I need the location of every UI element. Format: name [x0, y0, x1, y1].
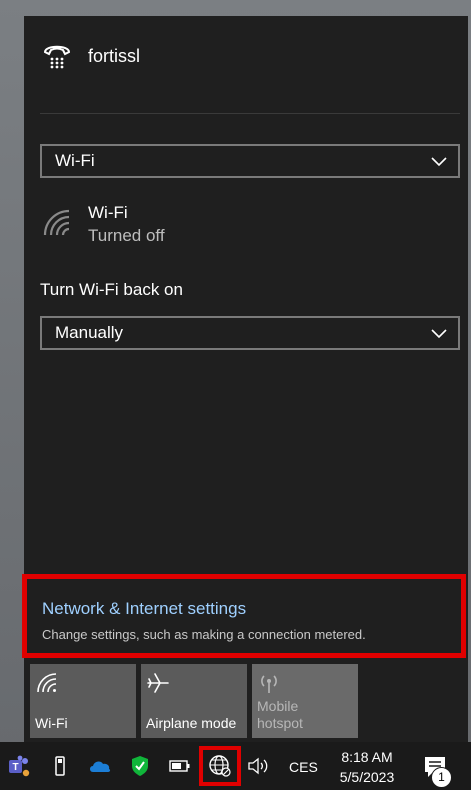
- volume-icon[interactable]: [246, 753, 272, 779]
- onedrive-icon[interactable]: [87, 753, 113, 779]
- hotspot-icon: [261, 675, 277, 693]
- network-settings-link[interactable]: Network & Internet settings Change setti…: [22, 574, 466, 658]
- quick-action-label: Wi-Fi: [35, 715, 68, 731]
- network-settings-description: Change settings, such as making a connec…: [42, 627, 366, 642]
- clock[interactable]: 8:18 AM 5/5/2023: [330, 747, 404, 787]
- wifi-off-icon: [43, 209, 70, 236]
- wifi-icon: [37, 673, 57, 693]
- clock-date: 5/5/2023: [339, 769, 395, 785]
- quick-actions: Wi-Fi Airplane mode Mobile hotspot: [30, 664, 358, 738]
- taskbar: T CES 8:18 AM 5/5/2023 1: [0, 742, 471, 790]
- notification-count-badge: 1: [431, 767, 452, 788]
- chevron-down-icon: [431, 157, 447, 167]
- quick-action-airplane-mode[interactable]: Airplane mode: [141, 664, 247, 738]
- defender-shield-icon[interactable]: [127, 753, 153, 779]
- network-type-value: Wi-Fi: [55, 151, 95, 170]
- network-settings-title[interactable]: Network & Internet settings: [42, 599, 246, 619]
- quick-action-label: Airplane mode: [146, 715, 237, 731]
- usb-device-icon[interactable]: [47, 753, 73, 779]
- wifi-status: Wi-Fi Turned off: [40, 202, 340, 252]
- quick-action-mobile-hotspot[interactable]: Mobile hotspot: [252, 664, 358, 738]
- quick-action-wifi[interactable]: Wi-Fi: [30, 664, 136, 738]
- clock-time: 8:18 AM: [341, 749, 393, 765]
- chevron-down-icon: [431, 329, 447, 339]
- network-flyout: fortissl Wi-Fi Wi-Fi Turned off Turn Wi-…: [22, 16, 468, 742]
- battery-icon[interactable]: [167, 753, 193, 779]
- wifi-name: Wi-Fi: [88, 203, 128, 222]
- vpn-connection-item[interactable]: fortissl: [40, 40, 340, 72]
- vpn-name: fortissl: [88, 45, 141, 66]
- turn-back-on-dropdown[interactable]: Manually: [40, 316, 460, 350]
- wifi-state: Turned off: [88, 226, 165, 245]
- quick-action-label: Mobile hotspot: [257, 698, 303, 732]
- turn-back-on-value: Manually: [55, 323, 124, 342]
- desktop: fortissl Wi-Fi Wi-Fi Turned off Turn Wi-…: [0, 0, 471, 790]
- turn-back-on-label: Turn Wi-Fi back on: [40, 280, 183, 299]
- airplane-icon: [147, 673, 169, 693]
- hotspot-label-line2: hotspot: [257, 715, 303, 731]
- network-type-dropdown[interactable]: Wi-Fi: [40, 144, 460, 178]
- svg-text:T: T: [12, 762, 18, 773]
- hotspot-label-line1: Mobile: [257, 698, 299, 714]
- globe-network-icon[interactable]: [207, 753, 233, 779]
- teams-icon[interactable]: T: [6, 753, 32, 779]
- input-language[interactable]: CES: [289, 759, 318, 775]
- divider: [40, 113, 460, 114]
- vpn-phone-icon: [40, 41, 74, 71]
